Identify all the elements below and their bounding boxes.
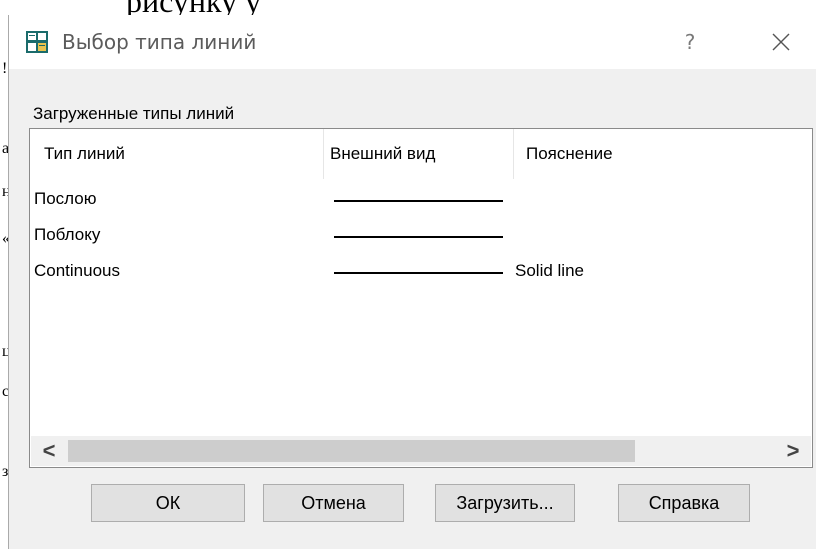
background-fragment: ! bbox=[2, 60, 8, 77]
column-separator[interactable] bbox=[323, 129, 324, 179]
help-icon[interactable]: ? bbox=[675, 27, 705, 57]
table-row[interactable]: Поблоку bbox=[30, 217, 812, 253]
column-separator[interactable] bbox=[513, 129, 514, 179]
linetype-preview bbox=[334, 236, 503, 238]
horizontal-scrollbar[interactable]: < > bbox=[31, 436, 811, 466]
column-header-appearance[interactable]: Внешний вид bbox=[330, 129, 435, 177]
ok-button[interactable]: ОК bbox=[91, 484, 245, 522]
title-bar[interactable]: Выбор типа линий ? bbox=[9, 15, 816, 69]
loaded-linetypes-label: Загруженные типы линий bbox=[33, 104, 235, 123]
close-icon[interactable] bbox=[764, 25, 798, 59]
table-row[interactable]: Послою bbox=[30, 181, 812, 217]
linetype-name: Поблоку bbox=[34, 225, 101, 244]
dialog-title: Выбор типа линий bbox=[62, 30, 257, 54]
linetype-name: Послою bbox=[34, 189, 97, 208]
linetype-description: Solid line bbox=[515, 261, 584, 280]
chevron-right-icon[interactable]: > bbox=[775, 436, 811, 466]
column-header-linetype[interactable]: Тип линий bbox=[44, 129, 125, 177]
linetype-dialog: Выбор типа линий ? Загруженные типы лини… bbox=[8, 15, 816, 549]
linetype-name: Continuous bbox=[34, 261, 121, 280]
table-row[interactable]: Continuous Solid line bbox=[30, 253, 812, 289]
cancel-button[interactable]: Отмена bbox=[263, 484, 404, 522]
linetype-list[interactable]: Тип линий Внешний вид Пояснение Послою П… bbox=[29, 128, 813, 468]
linetype-preview bbox=[334, 200, 503, 202]
scrollbar-thumb[interactable] bbox=[68, 440, 635, 462]
help-button[interactable]: Справка bbox=[618, 484, 750, 522]
linetype-app-icon bbox=[26, 31, 48, 53]
load-button[interactable]: Загрузить... bbox=[435, 484, 575, 522]
column-header-description[interactable]: Пояснение bbox=[526, 129, 613, 177]
linetype-preview bbox=[334, 272, 503, 274]
chevron-left-icon[interactable]: < bbox=[31, 436, 67, 466]
